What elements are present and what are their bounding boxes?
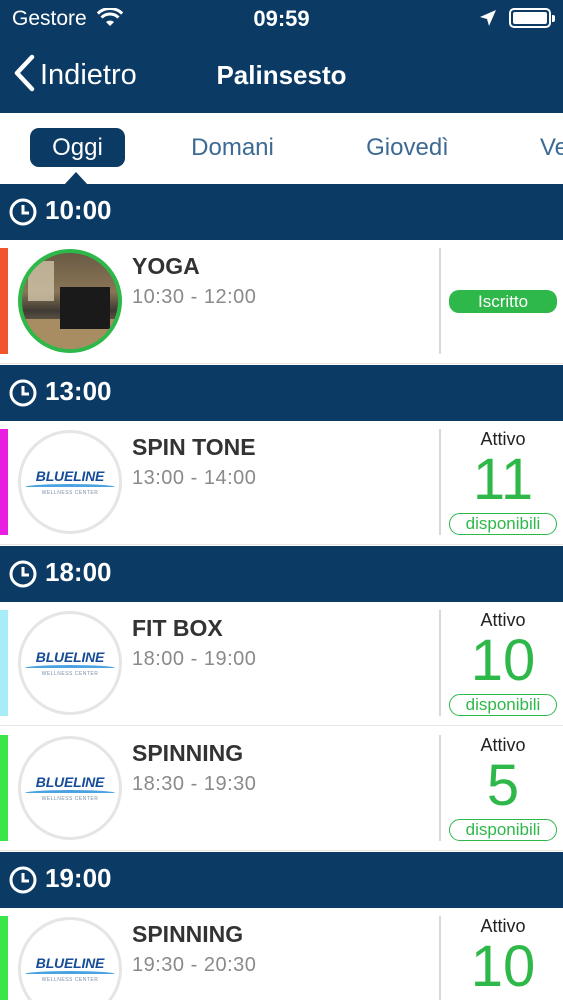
tab-next-day[interactable]: Ve <box>540 128 563 167</box>
class-status: Attivo 10 disponibili <box>443 908 563 1000</box>
class-row[interactable]: BLUELINE WELLNESS CENTER SPIN TONE 13:00 … <box>0 421 563 545</box>
class-row[interactable]: YOGA 10:30 - 12:00 Iscritto <box>0 240 563 364</box>
battery-icon <box>509 8 555 28</box>
class-row[interactable]: BLUELINE WELLNESS CENTER SPINNING 18:30 -… <box>0 727 563 851</box>
class-status: Iscritto <box>443 240 563 364</box>
group-time: 13:00 <box>45 376 112 406</box>
group-time: 10:00 <box>45 195 112 225</box>
logo-word: BLUELINE <box>35 955 105 971</box>
class-color-bar <box>0 610 8 716</box>
group-time: 18:00 <box>45 557 112 587</box>
available-label: disponibili <box>449 513 557 535</box>
enrolled-badge: Iscritto <box>449 290 557 313</box>
class-time: 13:00 - 14:00 <box>132 467 257 489</box>
logo-sub: WELLNESS CENTER <box>41 796 99 802</box>
clock-icon <box>9 866 37 899</box>
tab-oggi[interactable]: Oggi <box>30 128 125 167</box>
logo-word: BLUELINE <box>35 774 105 790</box>
class-name: SPIN TONE <box>132 434 256 460</box>
logo-word: BLUELINE <box>35 468 105 484</box>
logo-sub: WELLNESS CENTER <box>41 490 99 496</box>
row-divider <box>439 429 441 535</box>
class-color-bar <box>0 429 8 535</box>
class-name: YOGA <box>132 253 200 279</box>
available-count: 10 <box>470 628 536 693</box>
available-label: disponibili <box>449 694 557 716</box>
clock-icon <box>9 198 37 231</box>
time-group-header: 19:00 <box>0 852 563 908</box>
class-name: SPINNING <box>132 740 244 766</box>
status-bar: Gestore 09:59 <box>0 0 563 40</box>
clock-icon <box>9 560 37 593</box>
row-divider <box>439 610 441 716</box>
page-title: Palinsesto <box>216 60 347 90</box>
blueline-logo: BLUELINE WELLNESS CENTER <box>18 736 122 840</box>
row-divider <box>439 916 441 1000</box>
available-count: 11 <box>472 447 534 512</box>
class-color-bar <box>0 735 8 841</box>
class-time: 19:30 - 20:30 <box>132 954 257 976</box>
blueline-logo: BLUELINE WELLNESS CENTER <box>18 917 122 1000</box>
class-time: 18:30 - 19:30 <box>132 773 257 795</box>
time-group-header: 10:00 <box>0 184 563 240</box>
class-time: 18:00 - 19:00 <box>132 648 257 670</box>
class-status: Attivo 10 disponibili <box>443 602 563 726</box>
row-divider <box>439 735 441 841</box>
class-row[interactable]: BLUELINE WELLNESS CENTER SPINNING 19:30 -… <box>0 908 563 1000</box>
row-divider <box>439 248 441 354</box>
class-name: FIT BOX <box>132 615 223 641</box>
available-label: disponibili <box>449 819 557 841</box>
time-group-header: 13:00 <box>0 365 563 421</box>
app-header: Gestore 09:59 Indietro Palinsesto <box>0 0 563 113</box>
tab-domani[interactable]: Domani <box>180 128 285 167</box>
logo-sub: WELLNESS CENTER <box>41 977 99 983</box>
available-count: 5 <box>486 753 520 818</box>
class-time: 10:30 - 12:00 <box>132 286 257 308</box>
class-photo <box>18 249 122 353</box>
time-group-header: 18:00 <box>0 546 563 602</box>
available-count: 10 <box>470 934 536 999</box>
group-time: 19:00 <box>45 863 112 893</box>
tab-giovedi[interactable]: Giovedì <box>355 128 460 167</box>
location-arrow-icon <box>479 9 497 32</box>
clock-icon <box>9 379 37 412</box>
logo-sub: WELLNESS CENTER <box>41 671 99 677</box>
class-status: Attivo 11 disponibili <box>443 421 563 545</box>
class-color-bar <box>0 248 8 354</box>
class-status: Attivo 5 disponibili <box>443 727 563 851</box>
logo-word: BLUELINE <box>35 649 105 665</box>
class-row[interactable]: BLUELINE WELLNESS CENTER FIT BOX 18:00 - … <box>0 602 563 726</box>
class-name: SPINNING <box>132 921 244 947</box>
blueline-logo: BLUELINE WELLNESS CENTER <box>18 611 122 715</box>
class-color-bar <box>0 916 8 1000</box>
blueline-logo: BLUELINE WELLNESS CENTER <box>18 430 122 534</box>
